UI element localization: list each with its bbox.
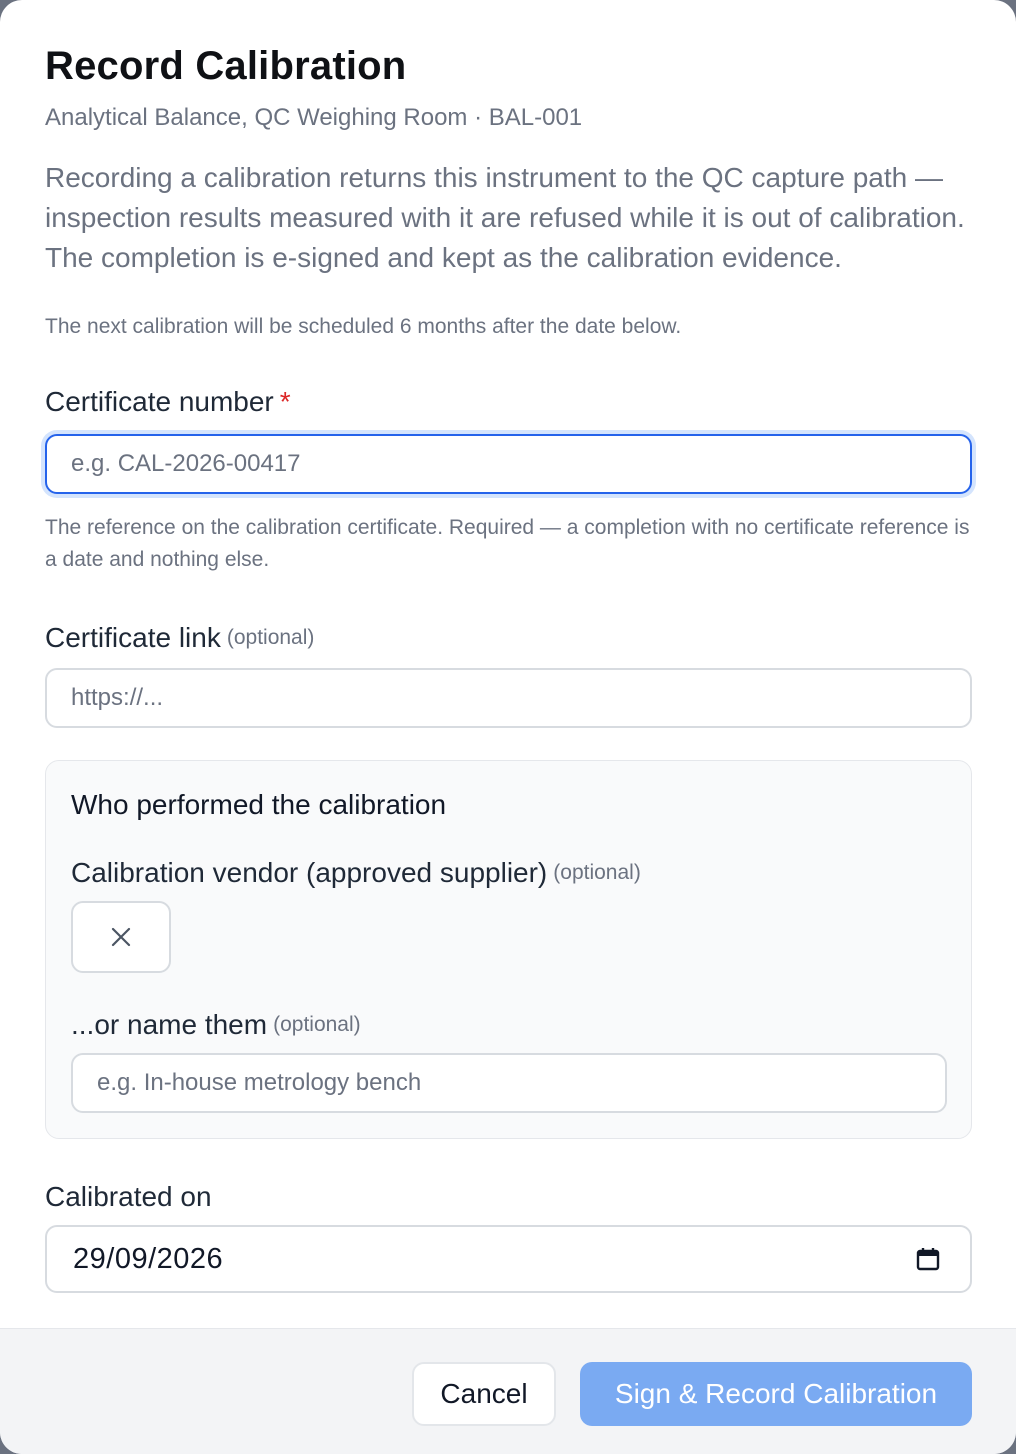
cancel-button[interactable]: Cancel [412, 1362, 556, 1426]
dialog-subtitle: Analytical Balance, QC Weighing Room · B… [45, 104, 583, 131]
dialog-intro: Recording a calibration returns this ins… [45, 162, 965, 273]
optional-tag: (optional) [553, 861, 641, 884]
performer-panel-title: Who performed the calibration [71, 789, 447, 820]
optional-tag: (optional) [226, 626, 315, 649]
certificate-number-label: Certificate number * [45, 384, 972, 420]
performer-panel: Who performed the calibration Calibratio… [45, 760, 972, 1139]
certificate-number-input[interactable] [45, 434, 972, 494]
certificate-link-label: Certificate link (optional) [45, 620, 972, 656]
dialog-body: Record Calibration Analytical Balance, Q… [45, 40, 972, 1293]
calibrated-on-value: 29/09/2026 [73, 1242, 224, 1275]
certificate-link-input[interactable] [45, 668, 972, 728]
sign-record-calibration-button[interactable]: Sign & Record Calibration [580, 1362, 972, 1426]
record-calibration-dialog: Record Calibration Analytical Balance, Q… [0, 0, 1016, 1454]
vendor-clear-button[interactable] [71, 901, 171, 973]
dialog-footer: Cancel Sign & Record Calibration [0, 1328, 1016, 1454]
dialog-title: Record Calibration [45, 44, 407, 88]
optional-tag: (optional) [273, 1013, 361, 1036]
performer-name-label-text: ...or name them [71, 1009, 268, 1040]
performer-name-label: ...or name them (optional) [71, 1007, 946, 1043]
calendar-icon[interactable] [916, 1247, 940, 1271]
required-marker: * [279, 386, 291, 417]
calibrated-on-label: Calibrated on [45, 1181, 212, 1212]
performer-name-input[interactable] [71, 1053, 947, 1113]
vendor-label-text: Calibration vendor (approved supplier) [71, 857, 548, 888]
certificate-link-label-text: Certificate link [45, 622, 221, 653]
vendor-label: Calibration vendor (approved supplier) (o… [71, 855, 946, 891]
certificate-number-help: The reference on the calibration certifi… [45, 516, 970, 571]
calibrated-on-date-input[interactable]: 29/09/2026 [45, 1225, 972, 1293]
close-icon [110, 926, 132, 948]
schedule-note: The next calibration will be scheduled 6… [45, 315, 682, 338]
certificate-number-label-text: Certificate number [45, 386, 274, 417]
